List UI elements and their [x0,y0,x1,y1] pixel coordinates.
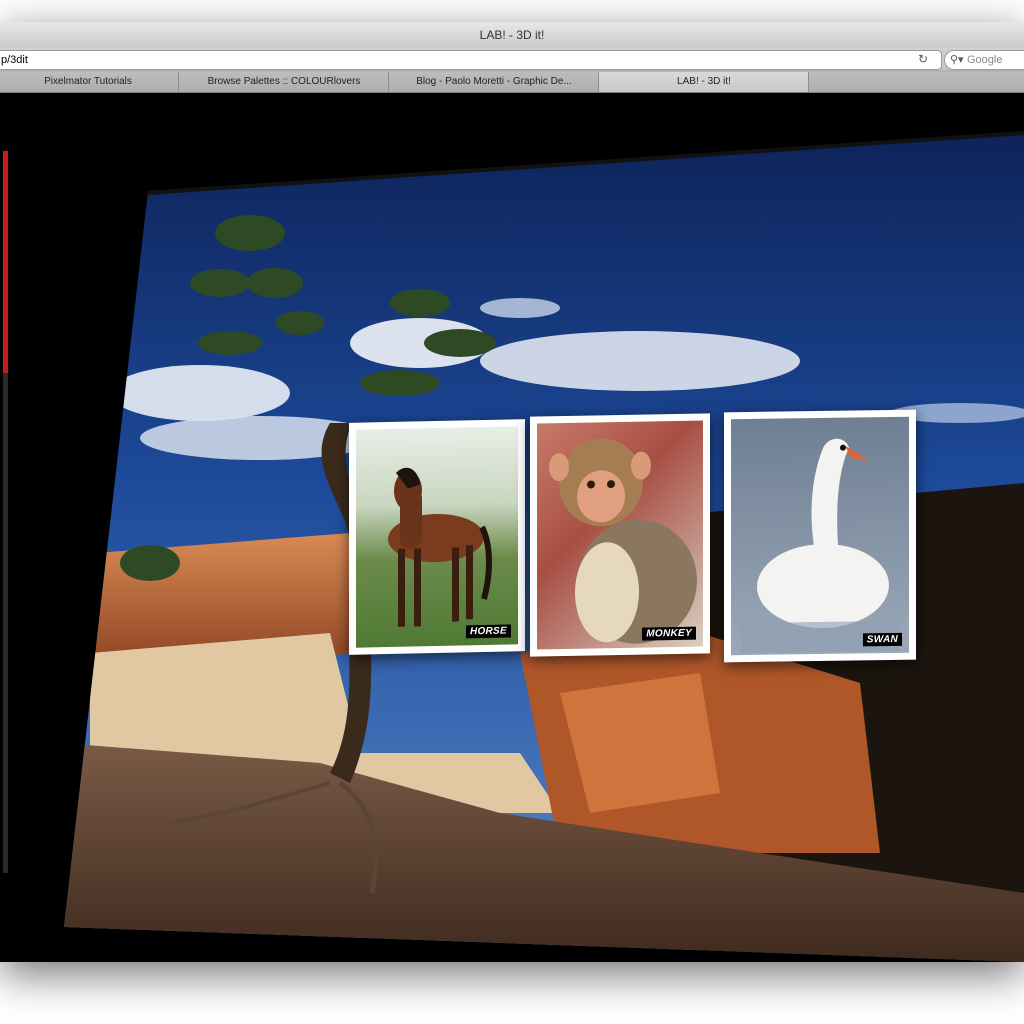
reload-icon[interactable]: ↻ [918,51,928,67]
photo-card-monkey[interactable]: MONKEY [530,413,710,657]
tab-pixelmator[interactable]: Pixelmator Tutorials [0,72,180,92]
search-placeholder: Google [967,54,1003,66]
horse-photo [356,426,518,648]
address-toolbar: p/3dit ↻ ⚲▾ Google [0,48,1024,70]
search-input[interactable]: ⚲▾ Google [944,50,1024,70]
page-content: HORSE MONKEY SWAN [0,93,1024,962]
tab-bar: Pixelmator Tutorials Browse Palettes :: … [0,70,1024,93]
search-icon: ⚲▾ [950,54,964,66]
photo-card-swan[interactable]: SWAN [724,409,916,663]
browser-window: LAB! - 3D it! p/3dit ↻ ⚲▾ Google Pixelma… [0,22,1024,962]
swan-photo [731,416,909,656]
photo-card-horse[interactable]: HORSE [349,419,525,655]
card-caption: SWAN [862,632,902,647]
tab-colourlovers[interactable]: Browse Palettes :: COLOURlovers [178,72,390,92]
window-title: LAB! - 3D it! [0,22,1024,49]
card-caption: HORSE [465,624,511,639]
card-caption: MONKEY [642,626,696,641]
monkey-photo [537,420,703,650]
address-input[interactable]: p/3dit [0,50,942,70]
tab-blog[interactable]: Blog - Paolo Moretti - Graphic De... [388,72,600,92]
tab-empty[interactable] [808,72,1024,92]
tab-3dit[interactable]: LAB! - 3D it! [598,72,810,92]
